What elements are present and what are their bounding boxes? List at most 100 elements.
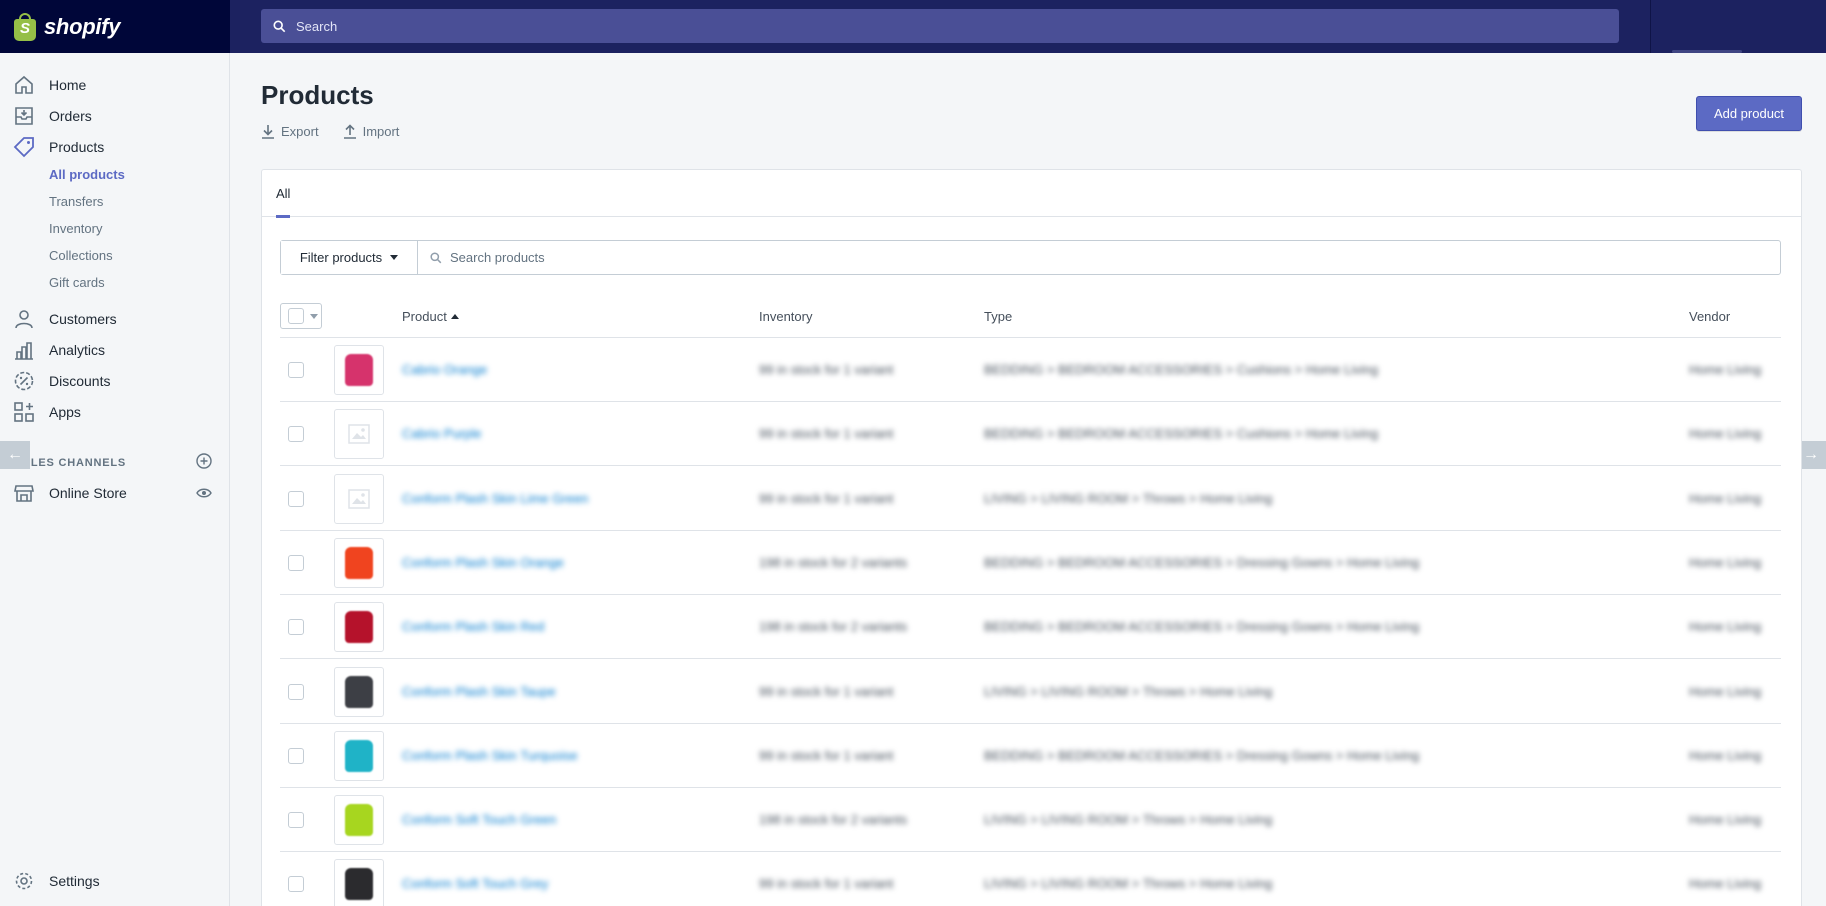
product-image — [345, 611, 373, 644]
product-name-link[interactable]: Conform Plash Skin Orange — [402, 555, 564, 570]
vendor-cell: Home Living — [1689, 554, 1762, 570]
product-name-link[interactable]: Conform Soft Touch Grey — [402, 876, 548, 891]
product-name-link[interactable]: Conform Plash Skin Turquoise — [402, 748, 578, 763]
upload-icon — [343, 124, 356, 139]
product-name-link[interactable]: Conform Soft Touch Green — [402, 812, 556, 827]
tab-all[interactable]: All — [276, 170, 291, 218]
table-row[interactable]: Conform Plash Skin Taupe 99 in stock for … — [280, 660, 1781, 724]
product-name-link[interactable]: Cabrio Purple — [402, 426, 482, 441]
shopify-bag-icon: S — [12, 12, 38, 42]
user-menu-hint[interactable] — [1672, 50, 1742, 53]
product-name-link[interactable]: Conform Plash Skin Lime Green — [402, 491, 588, 506]
sidebar-item-discounts[interactable]: Discounts — [0, 367, 229, 395]
table-row[interactable]: Conform Plash Skin Turquoise 99 in stock … — [280, 724, 1781, 788]
caret-down-icon — [390, 255, 399, 260]
add-channel-icon[interactable] — [196, 453, 212, 469]
row-checkbox[interactable] — [288, 812, 304, 829]
product-thumbnail[interactable] — [334, 666, 384, 717]
row-checkbox[interactable] — [288, 362, 304, 378]
sidebar-item-customers[interactable]: Customers — [0, 305, 229, 333]
filter-products-button[interactable]: Filter products — [281, 241, 418, 274]
sidebar-item-home[interactable]: Home — [0, 71, 229, 99]
tag-icon — [13, 137, 34, 158]
product-image — [345, 354, 373, 386]
row-checkbox[interactable] — [288, 490, 304, 507]
global-search-input[interactable] — [296, 18, 1596, 34]
type-cell: BEDDING > BEDROOM ACCESSORIES > Dressing… — [984, 747, 1420, 763]
row-checkbox[interactable] — [288, 747, 304, 764]
type-cell: LIVING > LIVING ROOM > Throws > Home Liv… — [984, 683, 1273, 699]
apps-icon — [14, 402, 34, 422]
product-name-link[interactable]: Conform Plash Skin Red — [402, 619, 544, 634]
page-title: Products — [261, 80, 374, 110]
row-checkbox[interactable] — [288, 683, 304, 700]
table-row[interactable]: Conform Plash Skin Lime Green 99 in stock… — [280, 467, 1781, 531]
table-row[interactable]: Conform Soft Touch Green 198 in stock for… — [280, 788, 1781, 853]
sidebar: Home Orders Products All products Transf… — [0, 53, 230, 906]
vendor-cell: Home Living — [1689, 619, 1762, 635]
type-cell: LIVING > LIVING ROOM > Throws > Home Liv… — [984, 490, 1273, 506]
header-product[interactable]: Product — [402, 309, 459, 324]
inventory-cell: 198 in stock for 2 variants — [759, 554, 908, 570]
vendor-cell: Home Living — [1689, 362, 1762, 377]
sidebar-subitem-gift-cards[interactable]: Gift cards — [49, 275, 105, 290]
table-row[interactable]: Cabrio Purple 99 in stock for 1 variant BE… — [280, 402, 1781, 467]
sort-up-icon — [450, 314, 459, 319]
global-search[interactable] — [261, 9, 1619, 43]
vendor-cell: Home Living — [1689, 426, 1762, 442]
table-row[interactable]: Conform Soft Touch Grey 99 in stock for 1… — [280, 852, 1781, 906]
sales-channels-title: SALES CHANNELS — [14, 457, 127, 469]
type-cell: BEDDING > BEDROOM ACCESSORIES > Dressing… — [984, 554, 1420, 570]
inventory-cell: 99 in stock for 1 variant — [759, 683, 894, 699]
product-thumbnail[interactable] — [334, 795, 384, 846]
vendor-cell: Home Living — [1689, 812, 1762, 828]
product-name-link[interactable]: Cabrio Orange — [402, 362, 487, 377]
row-checkbox[interactable] — [288, 426, 304, 443]
discount-icon — [14, 371, 34, 391]
export-button[interactable]: Export — [261, 124, 319, 139]
product-image — [345, 868, 373, 901]
product-thumbnail[interactable] — [334, 537, 384, 588]
product-search[interactable] — [418, 241, 1780, 274]
sidebar-item-analytics[interactable]: Analytics — [0, 336, 229, 364]
sidebar-subitem-collections[interactable]: Collections — [49, 248, 113, 263]
sidebar-subitem-inventory[interactable]: Inventory — [49, 221, 102, 236]
table-row[interactable]: Conform Plash Skin Red 198 in stock for 2… — [280, 595, 1781, 660]
sidebar-item-online-store[interactable]: Online Store — [0, 479, 229, 507]
sidebar-item-apps[interactable]: Apps — [0, 398, 229, 426]
scroll-left-arrow-icon[interactable]: ← — [0, 441, 30, 469]
product-thumbnail[interactable] — [334, 345, 384, 395]
sidebar-item-settings[interactable]: Settings — [0, 867, 229, 895]
sidebar-item-orders[interactable]: Orders — [0, 102, 229, 130]
row-checkbox[interactable] — [288, 619, 304, 636]
inventory-cell: 99 in stock for 1 variant — [759, 747, 894, 763]
sidebar-item-products[interactable]: Products — [0, 133, 229, 161]
add-product-button[interactable]: Add product — [1696, 96, 1802, 131]
product-search-input[interactable] — [450, 250, 1750, 265]
row-checkbox[interactable] — [288, 554, 304, 571]
import-button[interactable]: Import — [343, 124, 399, 139]
bulk-select[interactable] — [280, 303, 322, 329]
product-thumbnail[interactable] — [334, 859, 384, 906]
sidebar-subitem-transfers[interactable]: Transfers — [49, 194, 103, 209]
header-inventory[interactable]: Inventory — [759, 309, 812, 324]
header-type[interactable]: Type — [984, 309, 1012, 324]
eye-icon[interactable] — [196, 485, 212, 501]
sidebar-subitem-all-products[interactable]: All products — [49, 167, 125, 182]
row-checkbox[interactable] — [288, 876, 304, 893]
filter-bar: Filter products — [280, 240, 1781, 275]
product-thumbnail[interactable] — [334, 730, 384, 781]
product-name-link[interactable]: Conform Plash Skin Taupe — [402, 684, 556, 699]
brand-logo[interactable]: S shopify — [0, 0, 230, 53]
product-image — [345, 739, 373, 772]
product-thumbnail[interactable] — [334, 409, 384, 460]
table-row[interactable]: Conform Plash Skin Orange 198 in stock fo… — [280, 531, 1781, 595]
header-vendor[interactable]: Vendor — [1689, 309, 1730, 324]
product-thumbnail[interactable] — [334, 602, 384, 653]
table-row[interactable]: Cabrio Orange 99 in stock for 1 variant BE… — [280, 338, 1781, 402]
product-thumbnail[interactable] — [334, 473, 384, 524]
select-all-checkbox[interactable] — [288, 308, 304, 324]
image-placeholder-icon — [348, 424, 370, 445]
product-image — [345, 546, 373, 579]
bar-chart-icon — [15, 342, 33, 360]
